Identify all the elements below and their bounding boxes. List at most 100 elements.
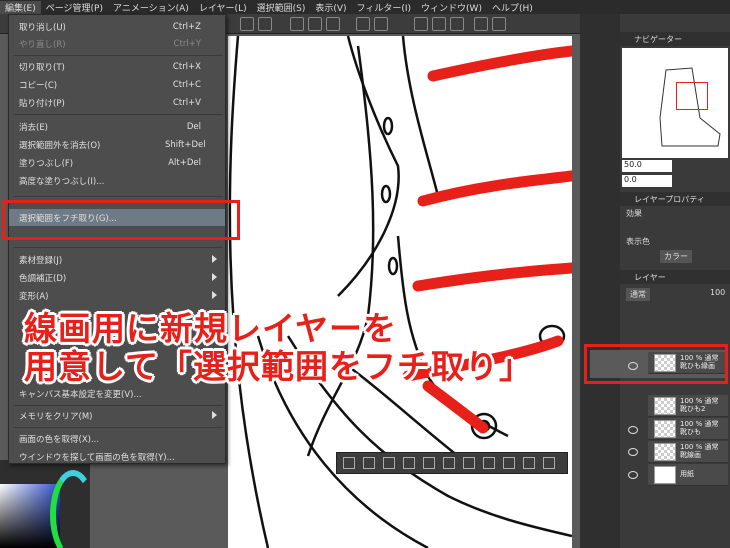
layer-name: 靴ひも xyxy=(680,428,701,436)
invert-selection-icon[interactable] xyxy=(374,17,388,31)
menu-animation[interactable]: アニメーション(A) xyxy=(108,1,194,14)
menu-divider xyxy=(13,55,223,56)
tab-label: レイヤー xyxy=(634,272,666,282)
menu-bar: 編集(E) ページ管理(P) アニメーション(A) レイヤー(L) 選択範囲(S… xyxy=(0,0,730,14)
eye-icon[interactable] xyxy=(628,448,638,456)
boot-thumbnail xyxy=(659,67,721,147)
transform-icon[interactable] xyxy=(326,17,340,31)
layer-item[interactable]: 100 % 通常 靴ひも2 xyxy=(648,395,728,417)
layer-thumbnail xyxy=(654,420,676,438)
tab-label: レイヤープロパティ xyxy=(634,194,705,204)
layer-name: 靴ひも2 xyxy=(680,405,706,413)
menu-item-paste[interactable]: 貼り付け(P) Ctrl+V xyxy=(9,94,225,111)
selection-launcher xyxy=(336,452,568,474)
deselect-icon[interactable] xyxy=(356,17,370,31)
layer-thumbnail xyxy=(654,443,676,461)
menu-item-shortcut: Ctrl+V xyxy=(172,97,201,108)
menu-item-get-window-color[interactable]: ウインドウを探して画面の色を取得(Y)... xyxy=(9,448,225,465)
menu-divider xyxy=(13,114,223,115)
menu-item-tonal-correction[interactable]: 色調補正(D) xyxy=(9,269,225,286)
effect-label: 効果 xyxy=(626,209,642,218)
deselect-icon[interactable] xyxy=(343,457,355,469)
fill-icon[interactable] xyxy=(503,457,515,469)
display-color-label: 表示色 xyxy=(626,237,650,246)
layer-item[interactable]: 100 % 通常 靴ひも xyxy=(648,418,728,440)
menu-selection[interactable]: 選択範囲(S) xyxy=(252,1,311,14)
navigator-thumbnail[interactable] xyxy=(622,48,728,158)
navigator-viewport[interactable] xyxy=(676,82,708,110)
submenu-arrow-icon xyxy=(212,255,217,263)
layer-info: 100 % 通常 靴線画 xyxy=(680,443,718,459)
layer-item[interactable]: 100 % 通常 靴線画 xyxy=(648,441,728,463)
menu-view[interactable]: 表示(V) xyxy=(310,1,351,14)
menu-item-fill[interactable]: 塗りつぶし(F) Alt+Del xyxy=(9,154,225,171)
layer-info: 用紙 xyxy=(680,470,694,478)
scale-icon[interactable] xyxy=(463,457,475,469)
zoom-field[interactable]: 50.0 xyxy=(622,160,672,172)
redo-icon[interactable] xyxy=(258,17,272,31)
transform-icon[interactable] xyxy=(443,457,455,469)
copy-paste-icon[interactable] xyxy=(483,457,495,469)
invert-icon[interactable] xyxy=(363,457,375,469)
menu-edit[interactable]: 編集(E) xyxy=(0,0,41,14)
eye-icon[interactable] xyxy=(628,471,638,479)
crop-icon[interactable] xyxy=(423,457,435,469)
menu-item-label: 切り取り(T) xyxy=(19,62,65,73)
cap-icon[interactable] xyxy=(492,17,506,31)
menu-window[interactable]: ウィンドウ(W) xyxy=(416,1,487,14)
layer-item[interactable]: 用紙 xyxy=(648,464,728,486)
menu-filter[interactable]: フィルター(I) xyxy=(352,1,417,14)
tab-label: ナビゲーター xyxy=(634,34,682,44)
tab-layer-property[interactable]: レイヤープロパティ xyxy=(620,192,730,206)
menu-item-cut[interactable]: 切り取り(T) Ctrl+X xyxy=(9,58,225,75)
menu-item-get-screen-color[interactable]: 画面の色を取得(X)... xyxy=(9,430,225,447)
menu-page[interactable]: ページ管理(P) xyxy=(41,1,108,14)
info-icon[interactable] xyxy=(474,17,488,31)
new-layer-icon[interactable] xyxy=(523,457,535,469)
menu-item-shortcut: Ctrl+C xyxy=(172,79,201,90)
menu-item-copy[interactable]: コピー(C) Ctrl+C xyxy=(9,76,225,93)
settings-icon[interactable] xyxy=(543,457,555,469)
menu-item-clear-memory[interactable]: メモリをクリア(M) xyxy=(9,407,225,424)
layer-mode: 100 % 通常 xyxy=(680,420,719,428)
menu-layer[interactable]: レイヤー(L) xyxy=(194,1,252,14)
menu-item-label: メモリをクリア(M) xyxy=(19,411,93,422)
panel-gutter xyxy=(580,14,620,548)
undo-icon[interactable] xyxy=(240,17,254,31)
blend-mode-select[interactable]: 通常 xyxy=(626,288,650,301)
tab-navigator[interactable]: ナビゲーター xyxy=(620,32,730,46)
angle-field[interactable]: 0.0 xyxy=(622,175,672,187)
layer-name: 靴線画 xyxy=(680,451,701,459)
menu-item-redo[interactable]: やり直し(R) Ctrl+Y xyxy=(9,35,225,52)
menu-item-register-material[interactable]: 素材登録(J) xyxy=(9,251,225,268)
menu-item-label: 取り消し(U) xyxy=(19,22,66,33)
eye-icon[interactable] xyxy=(628,426,638,434)
menu-help[interactable]: ヘルプ(H) xyxy=(487,1,538,14)
menu-item-label: 貼り付け(P) xyxy=(19,98,65,109)
ruler-icon[interactable] xyxy=(414,17,428,31)
menu-item-shortcut: Del xyxy=(186,121,201,132)
menu-item-delete-outside[interactable]: 選択範囲外を消去(O) Shift+Del xyxy=(9,136,225,153)
layer-name: 用紙 xyxy=(680,470,694,478)
layer-mode: 100 % 通常 xyxy=(680,397,719,405)
menu-divider xyxy=(13,196,223,197)
shrink-icon[interactable] xyxy=(403,457,415,469)
tab-layer[interactable]: レイヤー xyxy=(620,270,730,284)
menu-item-label: 消去(E) xyxy=(19,122,49,133)
menu-item-label: キャンバス基本設定を変更(V)... xyxy=(19,389,142,400)
display-color-select[interactable]: カラー xyxy=(660,250,692,263)
expand-icon[interactable] xyxy=(383,457,395,469)
layer-info: 100 % 通常 靴ひも xyxy=(680,420,718,436)
menu-item-advanced-fill[interactable]: 高度な塗りつぶし(I)... xyxy=(9,172,225,189)
menu-item-delete[interactable]: 消去(E) Del xyxy=(9,118,225,135)
snap-icon[interactable] xyxy=(450,17,464,31)
menu-item-label: やり直し(R) xyxy=(19,39,66,50)
opacity-value[interactable]: 100 xyxy=(710,288,725,297)
menu-item-undo[interactable]: 取り消し(U) Ctrl+Z xyxy=(9,18,225,35)
clear-icon[interactable] xyxy=(290,17,304,31)
menu-item-label: 選択範囲外を消去(O) xyxy=(19,140,101,151)
menu-divider xyxy=(13,247,223,248)
ruler2-icon[interactable] xyxy=(432,17,446,31)
fill-icon[interactable] xyxy=(308,17,322,31)
layer-thumbnail xyxy=(654,466,676,484)
